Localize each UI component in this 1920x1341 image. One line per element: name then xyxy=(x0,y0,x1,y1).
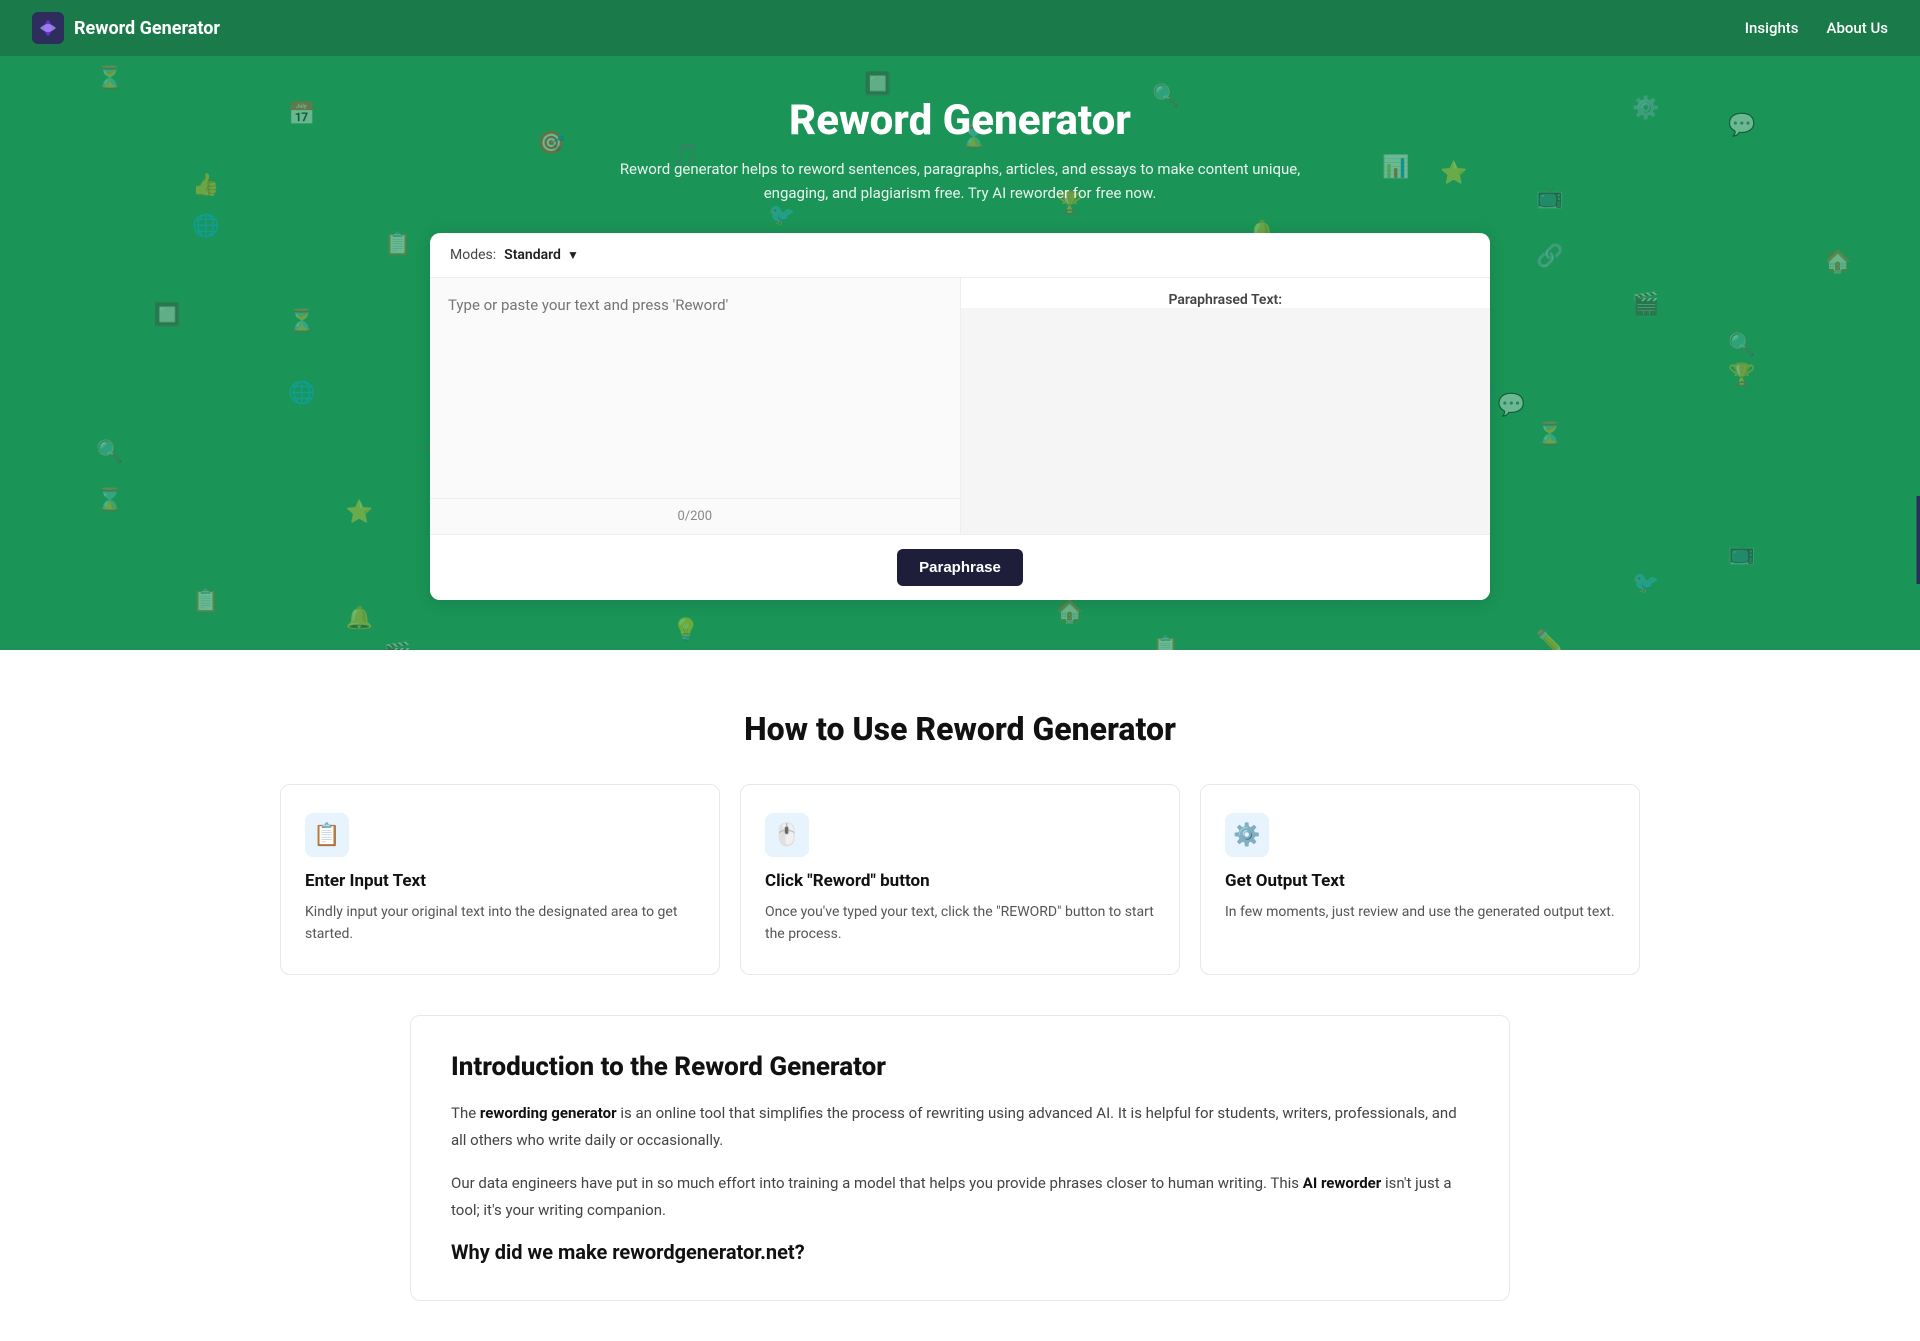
intro-wrapper: Introduction to the Reword Generator The… xyxy=(0,1015,1920,1301)
hero-title: Reword Generator xyxy=(20,96,1900,145)
step-title-2: Click "Reword" button xyxy=(765,871,1155,891)
input-area: 0/200 xyxy=(430,278,961,534)
dropdown-arrow-icon: ▼ xyxy=(567,248,579,262)
step-card-1: 📋 Enter Input Text Kindly input your ori… xyxy=(280,784,720,975)
step-card-2: 🖱️ Click "Reword" button Once you've typ… xyxy=(740,784,1180,975)
brand[interactable]: Reword Generator xyxy=(32,12,220,44)
intro-section: Introduction to the Reword Generator The… xyxy=(410,1015,1510,1301)
nav-links: Insights About Us xyxy=(1745,19,1888,37)
step-title-1: Enter Input Text xyxy=(305,871,695,891)
nav-about[interactable]: About Us xyxy=(1827,19,1889,37)
text-input[interactable] xyxy=(430,278,960,498)
nav-insights[interactable]: Insights xyxy=(1745,19,1799,37)
how-to-section: How to Use Reword Generator 📋 Enter Inpu… xyxy=(0,650,1920,1015)
intro-bold1: rewording generator xyxy=(480,1104,617,1122)
feedback-tab[interactable]: Feedback xyxy=(1917,496,1920,584)
step-title-3: Get Output Text xyxy=(1225,871,1615,891)
modes-label: Modes: xyxy=(450,247,496,263)
step-desc-1: Kindly input your original text into the… xyxy=(305,901,695,946)
intro-text2-before: Our data engineers have put in so much e… xyxy=(451,1174,1303,1192)
current-word-count: 0 xyxy=(677,509,684,524)
how-to-title: How to Use Reword Generator xyxy=(40,710,1880,748)
hero-description: Reword generator helps to reword sentenc… xyxy=(610,157,1310,205)
paraphrase-button[interactable]: Paraphrase xyxy=(897,549,1023,586)
intro-bold2: AI reworder xyxy=(1303,1174,1382,1192)
output-content xyxy=(961,308,1491,534)
tool-card: Modes: Standard ▼ 0/200 Paraphrased Text… xyxy=(430,233,1490,600)
intro-heading2: Why did we make rewordgenerator.net? xyxy=(451,1240,1469,1264)
intro-paragraph1: The rewording generator is an online too… xyxy=(451,1100,1469,1154)
mode-selector[interactable]: Standard ▼ xyxy=(504,247,579,263)
step-icon-2: 🖱️ xyxy=(765,813,809,857)
output-label: Paraphrased Text: xyxy=(961,278,1491,308)
word-limit: /200 xyxy=(685,509,712,524)
brand-name: Reword Generator xyxy=(74,18,220,39)
hero-section: ⏳🔍📅💬🎵⭐⌛👍📺🐦🔔📋🏠💡✏️🎬🔲⚙️🎯📊🏆🌐🔗📌⏳🔍📅💬🎵⭐⌛👍📺🐦🔔📋🏠💡… xyxy=(0,56,1920,650)
word-count-display: 0/200 xyxy=(430,498,960,534)
step-card-3: ⚙️ Get Output Text In few moments, just … xyxy=(1200,784,1640,975)
steps-container: 📋 Enter Input Text Kindly input your ori… xyxy=(280,784,1640,975)
tool-header: Modes: Standard ▼ xyxy=(430,233,1490,278)
tool-footer: Paraphrase xyxy=(430,534,1490,600)
step-icon-3: ⚙️ xyxy=(1225,813,1269,857)
output-area: Paraphrased Text: xyxy=(961,278,1491,534)
step-desc-2: Once you've typed your text, click the "… xyxy=(765,901,1155,946)
step-desc-3: In few moments, just review and use the … xyxy=(1225,901,1615,923)
navbar: Reword Generator Insights About Us xyxy=(0,0,1920,56)
mode-value: Standard xyxy=(504,247,561,263)
intro-title: Introduction to the Reword Generator xyxy=(451,1052,1469,1082)
step-icon-1: 📋 xyxy=(305,813,349,857)
logo-icon xyxy=(32,12,64,44)
tool-body: 0/200 Paraphrased Text: xyxy=(430,278,1490,534)
intro-paragraph2: Our data engineers have put in so much e… xyxy=(451,1170,1469,1224)
